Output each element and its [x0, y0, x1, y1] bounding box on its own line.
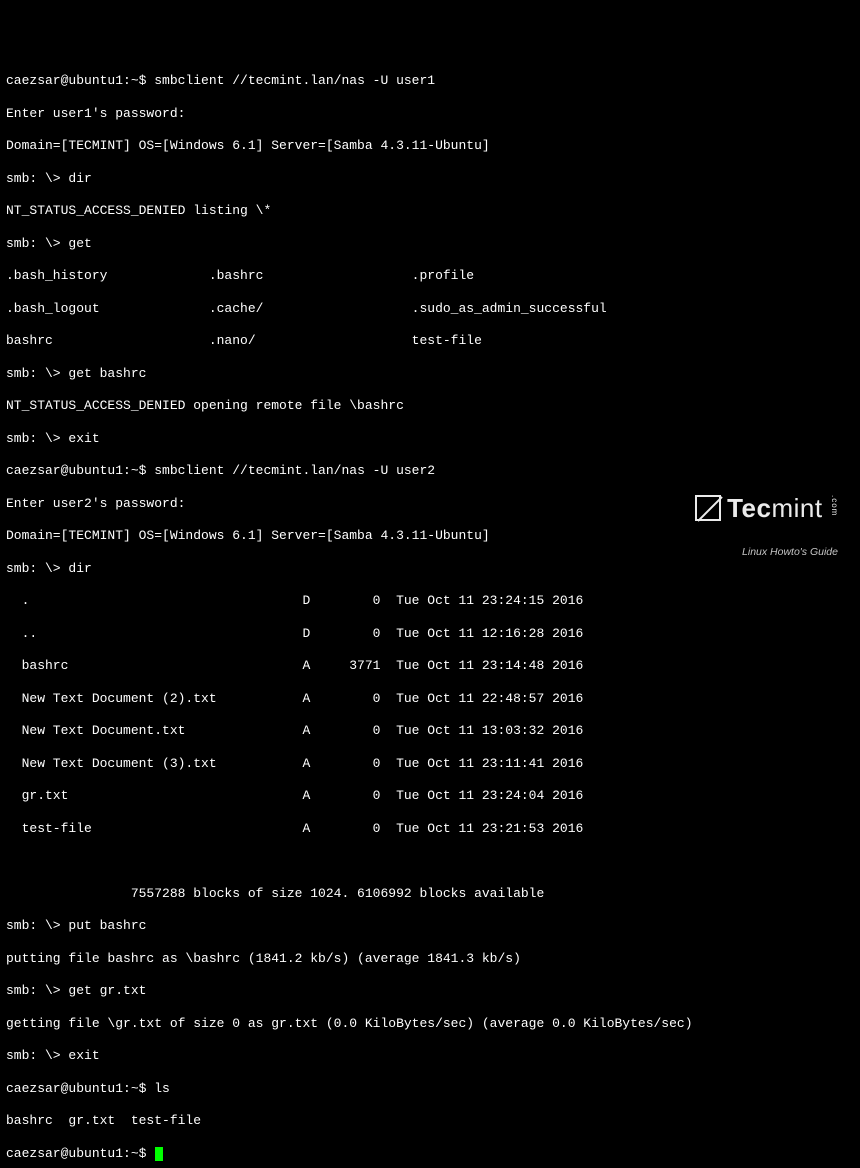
terminal-line: New Text Document (3).txt A 0 Tue Oct 11…	[6, 756, 854, 772]
terminal-line: Enter user1's password:	[6, 106, 854, 122]
terminal-line: smb: \> dir	[6, 171, 854, 187]
cmd: smbclient //tecmint.lan/nas -U user1	[154, 73, 435, 88]
terminal-line: smb: \> get gr.txt	[6, 983, 854, 999]
terminal-line: putting file bashrc as \bashrc (1841.2 k…	[6, 951, 854, 967]
terminal-line: gr.txt A 0 Tue Oct 11 23:24:04 2016	[6, 788, 854, 804]
terminal-line: New Text Document.txt A 0 Tue Oct 11 13:…	[6, 723, 854, 739]
terminal-line: 7557288 blocks of size 1024. 6106992 blo…	[6, 886, 854, 902]
terminal-line: .bash_history .bashrc .profile	[6, 268, 854, 284]
terminal-line: getting file \gr.txt of size 0 as gr.txt…	[6, 1016, 854, 1032]
watermark-com: .com	[830, 495, 838, 516]
terminal-line: test-file A 0 Tue Oct 11 23:21:53 2016	[6, 821, 854, 837]
watermark-tagline: Linux Howto's Guide	[695, 547, 838, 558]
terminal-line	[6, 853, 854, 869]
terminal-line: bashrc gr.txt test-file	[6, 1113, 854, 1129]
terminal-line: smb: \> exit	[6, 431, 854, 447]
terminal-line: smb: \> get bashrc	[6, 366, 854, 382]
terminal-line: smb: \> put bashrc	[6, 918, 854, 934]
terminal-line: smb: \> get	[6, 236, 854, 252]
watermark-brand: Tecmint	[727, 495, 823, 522]
cmd: smbclient //tecmint.lan/nas -U user2	[154, 463, 435, 478]
terminal-line: bashrc .nano/ test-file	[6, 333, 854, 349]
terminal-line: . D 0 Tue Oct 11 23:24:15 2016	[6, 593, 854, 609]
cmd: ls	[154, 1081, 170, 1096]
terminal-line: caezsar@ubuntu1:~$ ls	[6, 1081, 854, 1097]
terminal-line: New Text Document (2).txt A 0 Tue Oct 11…	[6, 691, 854, 707]
terminal-line: NT_STATUS_ACCESS_DENIED listing \*	[6, 203, 854, 219]
cursor-icon	[155, 1147, 163, 1161]
shell-prompt: caezsar@ubuntu1:~$	[6, 1081, 154, 1096]
terminal-line: NT_STATUS_ACCESS_DENIED opening remote f…	[6, 398, 854, 414]
shell-prompt: caezsar@ubuntu1:~$	[6, 73, 154, 88]
shell-prompt: caezsar@ubuntu1:~$	[6, 1146, 154, 1161]
tecmint-logo-icon	[695, 495, 721, 521]
terminal-line: .. D 0 Tue Oct 11 12:16:28 2016	[6, 626, 854, 642]
terminal-line: caezsar@ubuntu1:~$ smbclient //tecmint.l…	[6, 73, 854, 89]
terminal-line: Domain=[TECMINT] OS=[Windows 6.1] Server…	[6, 138, 854, 154]
terminal-line: smb: \> exit	[6, 1048, 854, 1064]
shell-prompt: caezsar@ubuntu1:~$	[6, 463, 154, 478]
terminal-line: bashrc A 3771 Tue Oct 11 23:14:48 2016	[6, 658, 854, 674]
terminal-line: .bash_logout .cache/ .sudo_as_admin_succ…	[6, 301, 854, 317]
watermark: Tecmint .com Linux Howto's Guide	[695, 467, 838, 572]
terminal-line[interactable]: caezsar@ubuntu1:~$	[6, 1146, 854, 1162]
